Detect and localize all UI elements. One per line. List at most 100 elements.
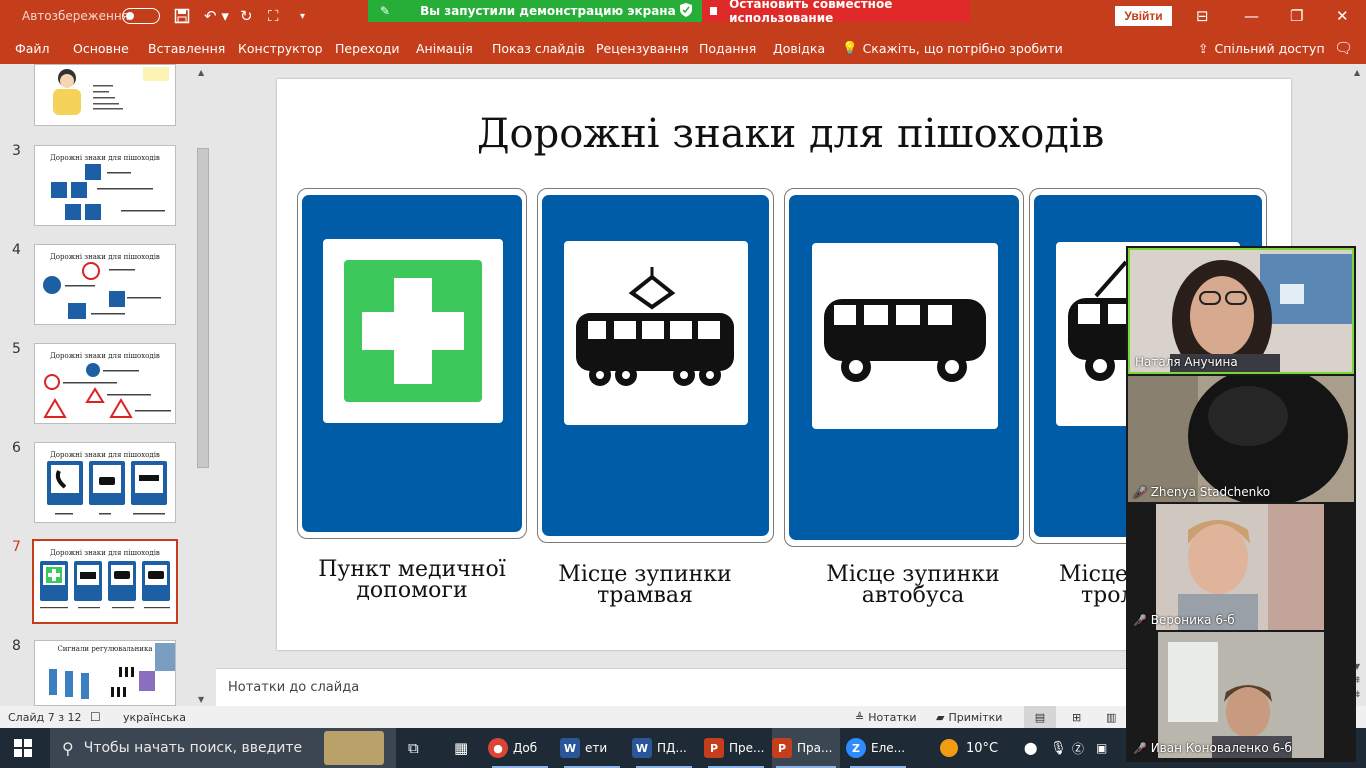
participant-2-video (1128, 376, 1354, 502)
bus-icon (824, 299, 986, 382)
slide-number-3: 3 (12, 143, 21, 159)
taskbar-app-chrome[interactable]: ● Доб (488, 728, 552, 768)
medical-cross-icon (344, 260, 482, 402)
customize-toolbar-icon[interactable]: ▾ (300, 0, 305, 32)
participant-tile-3[interactable]: 🎤̸ Вероника 6-б (1128, 504, 1354, 630)
sign-bus-stop[interactable] (784, 188, 1024, 547)
language-indicator[interactable]: українська (123, 706, 186, 728)
word-icon: W (560, 738, 580, 758)
notes-icon: ≜ (855, 710, 865, 724)
close-icon[interactable]: ✕ (1336, 0, 1349, 32)
notes-toggle-label: Нотатки (868, 710, 917, 724)
notes-toggle-button[interactable]: ≜ Нотатки (855, 706, 917, 728)
slide-7-signs (40, 561, 170, 609)
slide-number-5: 5 (12, 341, 21, 357)
tab-file[interactable]: Файл (15, 32, 50, 64)
tab-slideshow[interactable]: Показ слайдів (492, 32, 585, 64)
chrome-icon: ● (488, 738, 508, 758)
participant-tile-4[interactable]: 🎤̸ Иван Коноваленко 6-б (1128, 632, 1354, 758)
participant-tile-1[interactable]: Наталя Анучина (1128, 248, 1354, 374)
tab-view[interactable]: Подання (699, 32, 756, 64)
tab-review[interactable]: Рецензування (596, 32, 689, 64)
normal-view-icon[interactable]: ▤ (1024, 706, 1056, 728)
slide-number-7: 7 (12, 539, 21, 555)
temperature-label: 10°C (966, 740, 999, 756)
sign-in-button[interactable]: Увійти (1115, 6, 1172, 26)
slide-5-signs (43, 363, 171, 418)
network-icon[interactable]: ⬤ (1024, 728, 1037, 768)
slide-thumbnail-4[interactable]: Дорожні знаки для пішоходів (34, 244, 176, 325)
tab-design[interactable]: Конструктор (238, 32, 323, 64)
stop-sharing-label: Остановить совместное использование (729, 0, 893, 25)
comments-toggle-label: Примітки (948, 710, 1003, 724)
slide-thumbnail-2[interactable] (34, 64, 176, 126)
title-bar: Автозбереження ↶ ▾ ↻ ⛶ ▾ ✎ Вы запустили … (0, 0, 1366, 32)
word-icon: W (632, 738, 652, 758)
tab-transitions[interactable]: Переходи (335, 32, 400, 64)
caption-bus-stop: Місце зупинки автобуса (826, 562, 1000, 608)
microphone-icon[interactable]: 🎙 (1050, 728, 1067, 768)
slideshow-icon[interactable]: ⛶ (268, 0, 279, 32)
sign-medical-aid[interactable] (297, 188, 527, 539)
minimize-icon[interactable]: — (1244, 0, 1259, 32)
share-button[interactable]: ⇪ Спільний доступ (1198, 32, 1325, 64)
slide-4-signs (43, 262, 161, 319)
slide-thumbnail-3[interactable]: Дорожні знаки для пішоходів (34, 145, 176, 226)
taskbar-app-zoom[interactable]: Z Еле... (846, 728, 910, 768)
start-button-icon[interactable] (14, 728, 32, 768)
slide-thumbnail-8[interactable]: Сигнали регулювальника (34, 640, 176, 706)
save-icon[interactable] (174, 0, 190, 32)
stop-sharing-button[interactable]: Остановить совместное использование (702, 0, 970, 25)
scroll-up-arrow-icon[interactable]: ▲ (198, 68, 204, 77)
spellcheck-icon[interactable]: ☐ (90, 706, 101, 728)
share-label: Спільний доступ (1214, 40, 1325, 56)
taskbar-app-powerpoint-2[interactable]: P Пра... (772, 728, 840, 768)
undo-icon[interactable]: ↶ ▾ (204, 0, 229, 32)
tab-insert[interactable]: Вставлення (148, 32, 225, 64)
slide-thumbnail-5[interactable]: Дорожні знаки для пішоходів (34, 343, 176, 424)
tab-home[interactable]: Основне (73, 32, 129, 64)
zoom-icon: Z (846, 738, 866, 758)
participant-tile-2[interactable]: 🎤̸ Zhenya Stadchenko (1128, 376, 1354, 502)
calculator-icon[interactable]: ▦ (454, 728, 468, 768)
slide-number-8: 8 (12, 638, 21, 654)
redo-icon[interactable]: ↻ (240, 0, 253, 32)
powerpoint-icon: P (704, 738, 724, 758)
search-highlight-image (324, 731, 384, 765)
participant-3-name-text: Вероника 6-б (1150, 613, 1235, 627)
slide-thumbnail-6[interactable]: Дорожні знаки для пішоходів (34, 442, 176, 523)
powerpoint-icon: P (772, 738, 792, 758)
scroll-up-icon[interactable]: ▲ (1354, 68, 1360, 77)
comments-icon[interactable]: 🗨 (1334, 32, 1353, 64)
search-placeholder: Чтобы начать поиск, введите (83, 740, 303, 756)
tell-me-text: Скажіть, що потрібно зробити (862, 40, 1063, 56)
ribbon-tabs: Файл Основне Вставлення Конструктор Пере… (0, 32, 1366, 64)
slide-thumbnail-7[interactable]: Дорожні знаки для пішоходів (32, 539, 178, 624)
reading-view-icon[interactable]: ▥ (1106, 706, 1116, 728)
taskbar-app-word-2[interactable]: W ПД... (632, 728, 696, 768)
weather-widget[interactable]: 10°C (940, 728, 998, 768)
restore-icon[interactable]: ❐ (1290, 0, 1303, 32)
tab-animations[interactable]: Анімація (416, 32, 473, 64)
task-view-icon[interactable]: ⧉ (408, 728, 419, 768)
participant-3-video (1128, 504, 1354, 630)
lightbulb-icon: 💡 (842, 40, 858, 55)
sign-tram-stop[interactable] (537, 188, 774, 543)
tell-me-box[interactable]: 💡 Скажіть, що потрібно зробити (842, 32, 1063, 64)
slide-sorter-icon[interactable]: ⊞ (1072, 706, 1081, 728)
scroll-down-arrow-icon[interactable]: ▼ (198, 695, 204, 704)
tray-app-icon[interactable]: ▣ (1096, 728, 1107, 768)
pin-icon[interactable]: ✎ (380, 4, 390, 18)
thumbnail-scrollbar-thumb[interactable] (197, 148, 209, 468)
participant-4-name-text: Иван Коноваленко 6-б (1150, 741, 1292, 755)
taskbar-app-powerpoint-1[interactable]: P Пре... (704, 728, 768, 768)
ribbon-display-icon[interactable]: ⊟ (1196, 0, 1209, 32)
autosave-toggle[interactable] (122, 8, 160, 24)
comments-toggle-button[interactable]: ▰ Примітки (936, 706, 1002, 728)
mic-muted-icon: 🎤̸ (1133, 741, 1147, 755)
tab-help[interactable]: Довідка (773, 32, 825, 64)
zoom-tray-icon[interactable]: Ⓩ (1072, 728, 1084, 768)
share-icon: ⇪ (1198, 40, 1209, 56)
taskbar-app-word-1[interactable]: Wети (560, 728, 624, 768)
taskbar-search-box[interactable]: ⚲ Чтобы начать поиск, введите (50, 728, 396, 768)
